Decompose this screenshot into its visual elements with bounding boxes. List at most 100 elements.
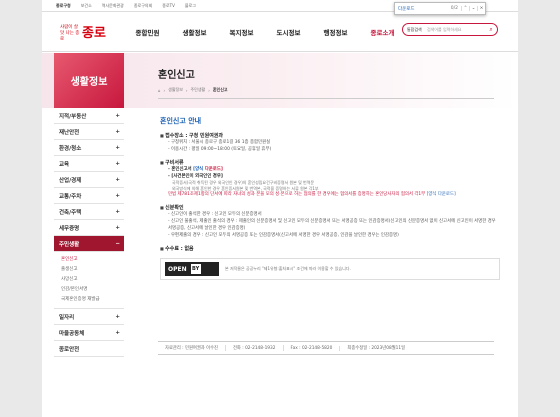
side-nav-item[interactable]: 마을공동체 + xyxy=(54,325,124,341)
phone-info: 전화 : 02-2148-1932 xyxy=(226,345,284,351)
side-nav-label: 재난안전 xyxy=(59,129,80,136)
top-link[interactable]: 블로그 xyxy=(185,3,196,9)
side-nav-label: 일자리 xyxy=(59,314,75,321)
plus-icon: + xyxy=(115,192,120,199)
side-nav-label: 주민생활 xyxy=(59,241,80,248)
content-body: 혼인신고 안내 접수장소 : 구청 민원여권과 구청위치 : 서울시 종로구 종… xyxy=(160,116,500,280)
side-nav-item[interactable]: 종로안전 xyxy=(54,341,124,357)
find-input[interactable]: 다운로드 xyxy=(395,6,451,12)
plus-icon: + xyxy=(115,329,120,336)
logo-name: 종로 xyxy=(82,25,106,41)
side-nav-label: 마을공동체 xyxy=(59,330,85,337)
site-logo[interactable]: 사람이 살맛 나는 종로 종로 xyxy=(60,21,116,43)
list-item: 신고인 불출석, 제출인 출석의 경우 : 제출인의 신분증명서 및 신고인 모… xyxy=(168,218,500,232)
nav-item[interactable]: 복지정보 xyxy=(218,27,265,37)
search-input[interactable]: 검색어를 입력하세요 xyxy=(427,27,485,33)
side-nav-item[interactable]: 산업/경제 + xyxy=(54,172,124,188)
close-icon[interactable]: × xyxy=(477,6,485,11)
side-nav-item[interactable]: 세무증명 + xyxy=(54,220,124,236)
nav-item[interactable]: 종로소개 xyxy=(359,27,406,37)
subnav-item[interactable]: 출생신고 xyxy=(61,265,124,275)
by-icon: BY xyxy=(190,264,201,274)
plus-icon: + xyxy=(115,313,120,320)
find-prev-icon[interactable]: ⌃ xyxy=(461,6,469,11)
doc-name: 혼인신고서 xyxy=(171,167,192,172)
section-heading: 수수료 : 없음 xyxy=(160,245,500,252)
breadcrumb-item[interactable]: 생활정보 xyxy=(168,87,183,93)
content-footer: 자료관리 : 민원여권과 이수진 전화 : 02-2148-1932 Fax :… xyxy=(158,341,494,355)
top-link[interactable]: 보건소 xyxy=(81,3,92,9)
search-scope-select[interactable]: 통합검색 xyxy=(403,27,427,33)
find-count: 0/2 xyxy=(450,6,458,11)
home-icon[interactable]: ⌂ xyxy=(158,88,161,93)
top-link[interactable]: 종로TV xyxy=(162,3,175,9)
side-nav-label: 지적/부동산 xyxy=(59,113,87,120)
side-nav-item[interactable]: 지적/부동산 + xyxy=(54,108,124,124)
divider xyxy=(158,98,494,99)
lnb-title: 생활정보 xyxy=(54,53,124,108)
logo-slogan: 사람이 살맛 나는 종로 xyxy=(60,24,80,42)
site-header: 사람이 살맛 나는 종로 종로 종합민원 생활정보 복지정보 도시정보 행정정보… xyxy=(42,12,518,52)
side-nav: 지적/부동산 + 재난안전 + 환경/청소 + 교육 + 산업/경제 + 교통/주차 + 건… xyxy=(54,108,124,357)
breadcrumb-current: 혼인신고 xyxy=(212,87,228,92)
side-nav-item[interactable]: 재난안전 + xyxy=(54,124,124,140)
open-label: OPEN xyxy=(168,265,187,273)
plus-icon: + xyxy=(115,224,120,231)
section-heading: 신분확인 xyxy=(160,204,500,211)
list-item-warning: 민법 제781조제1항의 단서에 따라 자녀의 성과 본을 모의 성·본으로 하… xyxy=(168,191,500,198)
minus-icon: − xyxy=(115,240,120,247)
top-link[interactable]: 역사문화관광 xyxy=(102,3,124,9)
side-subnav: 혼인신고 출생신고 사망신고 인감/본인서명 국제혼인증명 재발급 xyxy=(54,252,124,309)
main-nav: 종합민원 생활정보 복지정보 도시정보 행정정보 종로소개 xyxy=(124,27,406,37)
side-nav-label: 환경/청소 xyxy=(59,145,82,152)
plus-icon: + xyxy=(115,128,120,135)
side-nav-item-active[interactable]: 주민생활 − xyxy=(54,236,124,252)
download-link[interactable]: 다운로드] xyxy=(205,167,223,172)
last-updated: 최종수정일 : 2023년08월11일 xyxy=(347,346,406,351)
top-link[interactable]: 종로구청 xyxy=(56,3,71,9)
side-nav-label: 종로안전 xyxy=(59,346,80,353)
page: 종로구청 보건소 역사문화관광 종로구의회 종로TV 블로그 사람이 살맛 나는… xyxy=(42,0,518,417)
side-nav-item[interactable]: 환경/청소 + xyxy=(54,140,124,156)
nav-item[interactable]: 종합민원 xyxy=(124,27,171,37)
subnav-item[interactable]: 인감/본인서명 xyxy=(61,285,124,295)
find-next-icon[interactable]: ⌄ xyxy=(469,6,477,11)
side-nav-item[interactable]: 건축/주택 + xyxy=(54,204,124,220)
side-nav-item[interactable]: 일자리 + xyxy=(54,309,124,325)
side-nav-label: 건축/주택 xyxy=(59,209,82,216)
plus-icon: + xyxy=(115,160,120,167)
side-nav-item[interactable]: 교통/주차 + xyxy=(54,188,124,204)
side-nav-label: 세무증명 xyxy=(59,225,80,232)
warning-text: 민법 제781조제1항의 단서에 따라 자녀의 성과 본을 모의 성·본으로 하… xyxy=(168,192,426,197)
nav-item[interactable]: 도시정보 xyxy=(265,27,312,37)
side-nav-item[interactable]: 교육 + xyxy=(54,156,124,172)
nav-item[interactable]: 행정정보 xyxy=(312,27,359,37)
subnav-item[interactable]: 사망신고 xyxy=(61,275,124,285)
list-item: [사건본인이 외국인인 경우] xyxy=(168,173,500,180)
breadcrumb: ⌂ › 생활정보 › 주민생활 › 혼인신고 xyxy=(158,87,228,93)
list-item: 이용시간 : 평일 09:00~18:00 (토요일, 공휴일 휴무) xyxy=(168,146,500,153)
form-link: [양식 xyxy=(193,167,204,172)
manager-info: 자료관리 : 민원여권과 이수진 xyxy=(158,345,226,351)
find-bar: 다운로드 0/2 ⌃ ⌄ × xyxy=(394,2,486,15)
list-item: 신고인이 출석한 경우 : 신고인 모두의 신분증명서 xyxy=(168,211,500,218)
plus-icon: + xyxy=(115,144,120,151)
plus-icon: + xyxy=(115,112,120,119)
subnav-item-current[interactable]: 혼인신고 xyxy=(61,255,124,265)
search-box: 통합검색 검색어를 입력하세요 ⌕ xyxy=(402,23,498,36)
section-heading: 접수장소 : 구청 민원여권과 xyxy=(160,132,500,139)
section-heading: 구비서류 xyxy=(160,159,500,166)
search-icon[interactable]: ⌕ xyxy=(485,24,497,36)
side-nav-label: 교육 xyxy=(59,161,70,168)
download-link[interactable]: [양식 다운로드] xyxy=(427,192,456,197)
plus-icon: + xyxy=(115,208,120,215)
nav-item[interactable]: 생활정보 xyxy=(171,27,218,37)
copyright-box: OPEN BY 본 저작물은 공공누리 "제1유형:출처표시" 조건에 따라 이… xyxy=(160,258,500,280)
section-title: 혼인신고 안내 xyxy=(160,117,202,125)
subnav-item[interactable]: 국제혼인증명 재발급 xyxy=(61,295,124,305)
list-item: 구청위치 : 서울시 종로구 종로1길 36 1층 종합민원실 xyxy=(168,139,500,146)
open-license-badge[interactable]: OPEN BY xyxy=(165,262,219,276)
breadcrumb-item[interactable]: 주민생활 xyxy=(191,87,206,93)
top-link[interactable]: 종로구의회 xyxy=(134,3,152,9)
list-item: 우편제출의 경우 : 신고인 모두의 서명공증 또는 인감증명서(신고서에 서명… xyxy=(168,232,500,239)
